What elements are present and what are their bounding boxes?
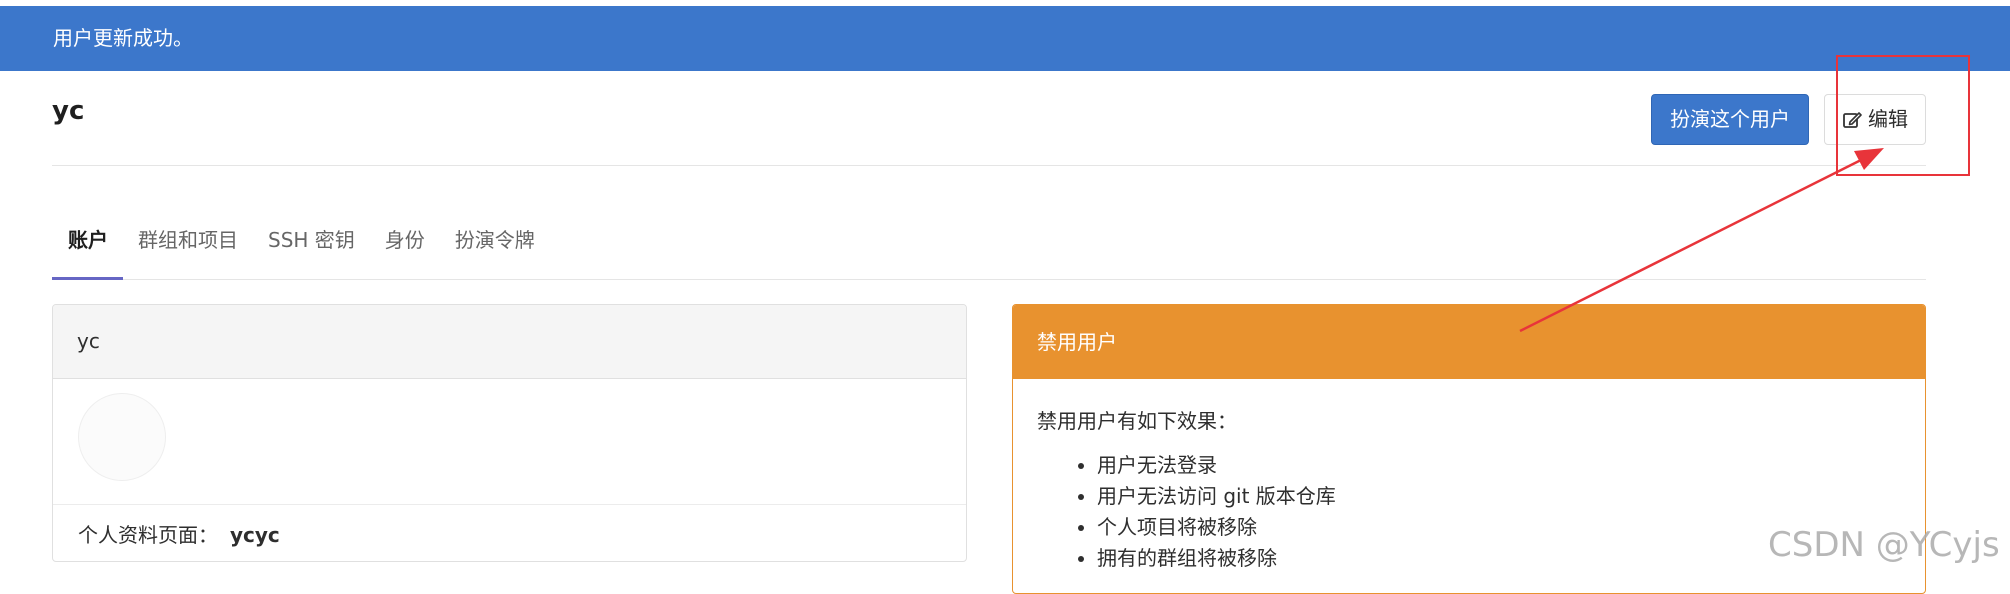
account-card: yc 个人资料页面： ycyc: [52, 304, 967, 562]
watermark: CSDN @YCyjs: [1768, 525, 2000, 565]
tab-bar: 账户 群组和项目 SSH 密钥 身份 扮演令牌: [52, 208, 1926, 280]
edit-button[interactable]: 编辑: [1824, 94, 1926, 145]
tab-identities[interactable]: 身份: [370, 208, 440, 279]
avatar-row: [53, 379, 966, 505]
profile-page-label: 个人资料页面：: [78, 523, 218, 547]
list-item: 用户无法登录: [1097, 450, 1901, 481]
tab-ssh-keys[interactable]: SSH 密钥: [253, 208, 370, 279]
ban-user-intro: 禁用用户有如下效果：: [1037, 409, 1237, 433]
account-card-title: yc: [53, 305, 966, 379]
header-divider: [52, 165, 1926, 166]
impersonate-button[interactable]: 扮演这个用户: [1651, 94, 1809, 145]
list-item: 用户无法访问 git 版本仓库: [1097, 481, 1901, 512]
tab-account[interactable]: 账户: [52, 208, 123, 280]
avatar: [78, 393, 166, 481]
tab-groups-projects[interactable]: 群组和项目: [123, 208, 253, 279]
ban-user-title: 禁用用户: [1013, 305, 1925, 379]
edit-button-label: 编辑: [1868, 107, 1908, 131]
edit-icon: [1842, 110, 1862, 130]
flash-message: 用户更新成功。: [0, 6, 2010, 71]
profile-page-value: ycyc: [230, 523, 280, 547]
tab-impersonation-tokens[interactable]: 扮演令牌: [440, 208, 550, 279]
page-title: yc: [52, 96, 85, 126]
profile-page-row: 个人资料页面： ycyc: [53, 505, 966, 561]
